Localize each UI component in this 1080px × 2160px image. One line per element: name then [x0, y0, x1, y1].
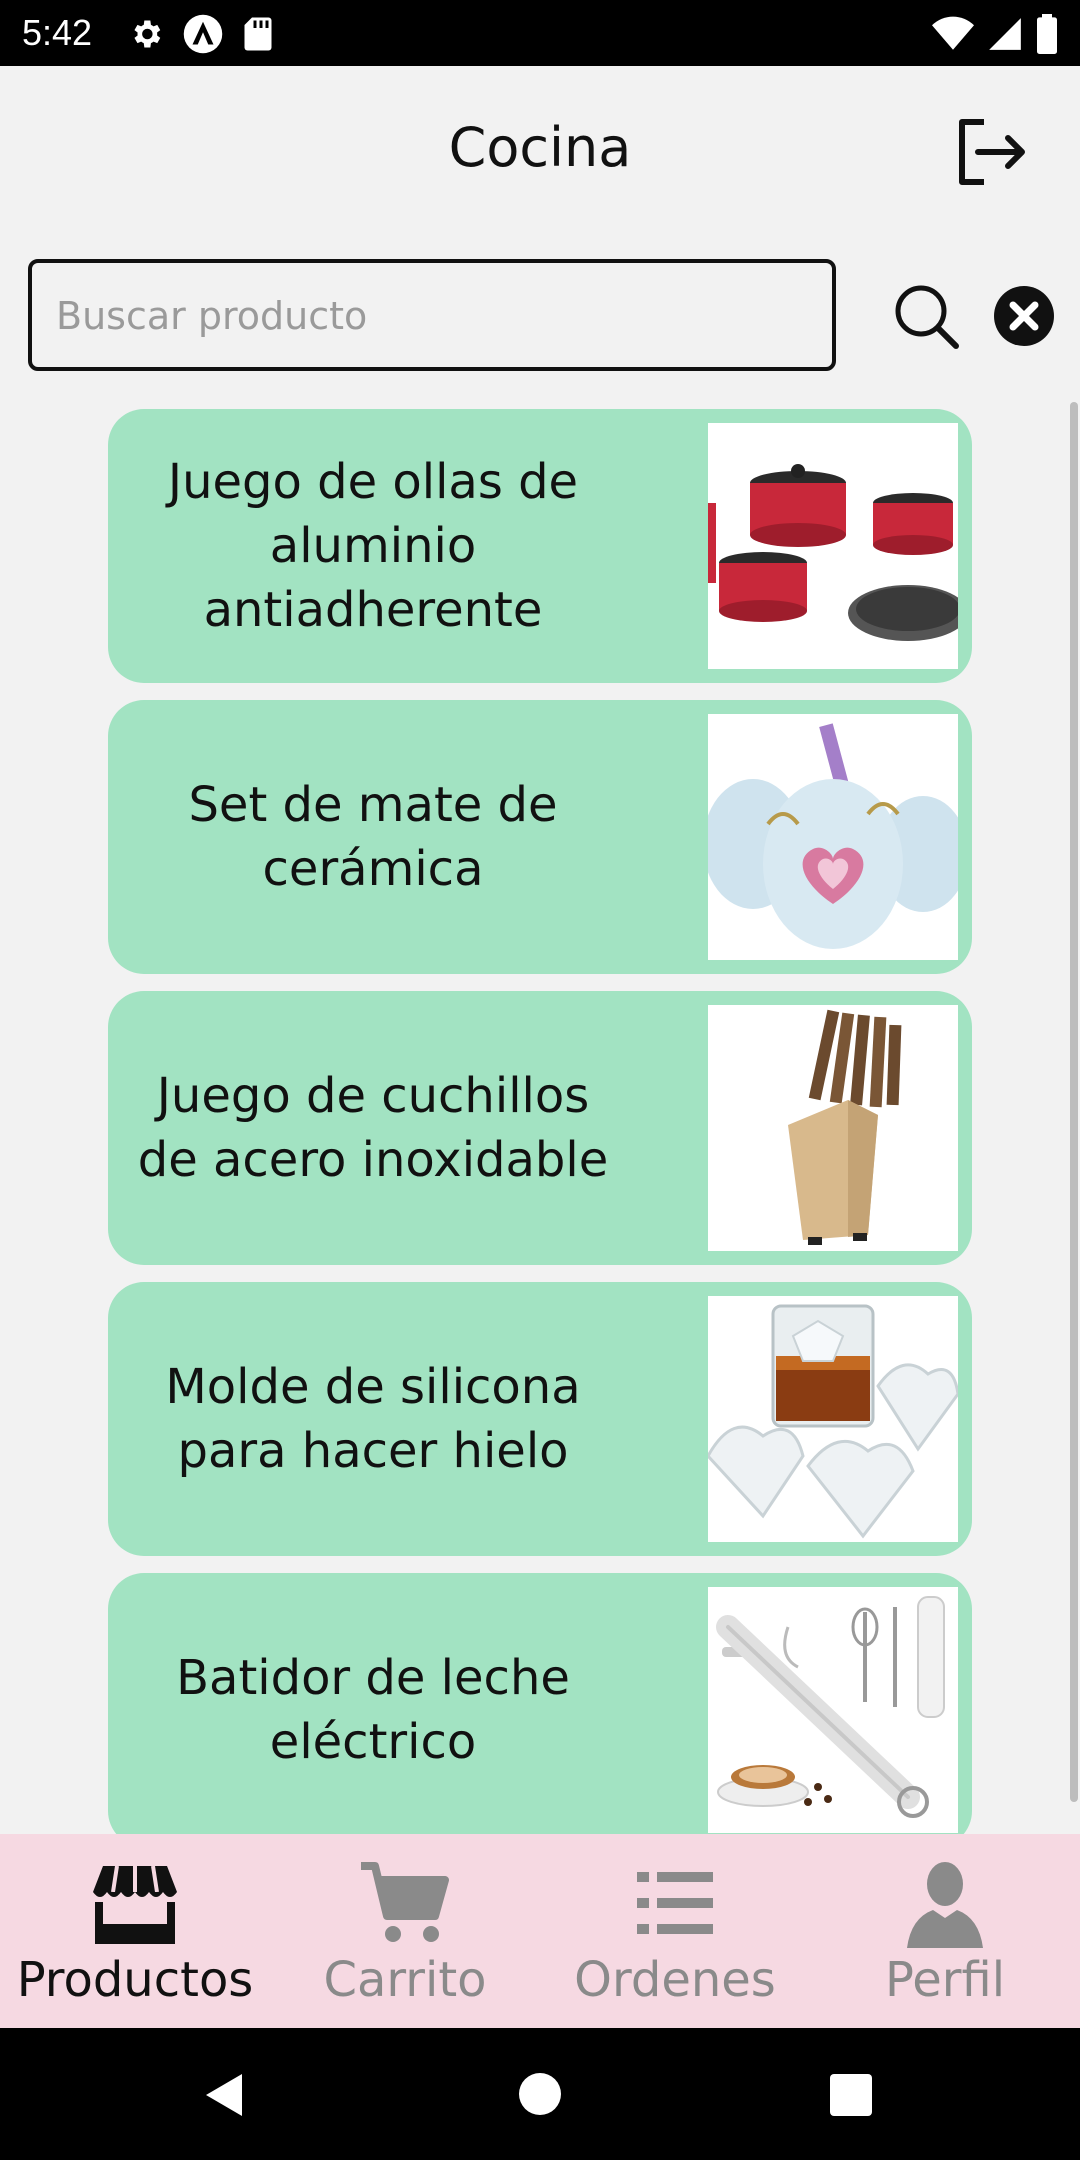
close-circle-icon: [994, 286, 1054, 346]
product-card[interactable]: Set de mate de cerámica: [108, 700, 972, 974]
product-list[interactable]: Juego de ollas de aluminio antiadherente…: [0, 400, 1080, 1834]
product-name: Juego de ollas de aluminio antiadherente: [167, 454, 579, 638]
search-icon: [895, 285, 959, 349]
bottom-navigation: Productos Carrito Ordenes Perfil: [0, 1834, 1080, 2028]
nav-label: Ordenes: [574, 1952, 776, 2008]
person-icon: [907, 1862, 983, 1948]
product-card[interactable]: Juego de cuchillos de acero inoxidable: [108, 991, 972, 1265]
nav-label: Carrito: [323, 1952, 487, 2008]
settings-icon: [134, 20, 161, 48]
product-image: [708, 714, 958, 960]
product-image: [708, 1587, 958, 1833]
system-navigation-bar: [0, 2028, 1080, 2160]
logout-icon: [959, 119, 1025, 185]
product-image: [708, 1296, 958, 1542]
nav-tab-carrito[interactable]: Carrito: [270, 1834, 540, 2028]
product-image: [708, 1005, 958, 1251]
wifi-icon: [932, 16, 974, 50]
cart-icon: [361, 1862, 449, 1942]
logout-button[interactable]: [950, 112, 1030, 192]
app-header: Cocina: [0, 66, 1080, 236]
page-title: Cocina: [448, 116, 632, 179]
clear-search-button[interactable]: [992, 284, 1056, 348]
search-box: [28, 259, 836, 371]
search-button[interactable]: [892, 282, 962, 352]
signal-icon: [989, 18, 1021, 50]
product-card[interactable]: Batidor de leche eléctrico: [108, 1573, 972, 1834]
nav-label: Perfil: [884, 1952, 1006, 2008]
recents-icon[interactable]: [830, 2074, 872, 2116]
product-name: Juego de cuchillos de acero inoxidable: [137, 1068, 609, 1188]
status-bar: 5:42: [0, 0, 1080, 66]
list-icon: [637, 1872, 713, 1934]
search-input[interactable]: [54, 263, 818, 369]
product-image: [708, 423, 958, 669]
nav-tab-productos[interactable]: Productos: [0, 1834, 270, 2028]
battery-icon: [1037, 14, 1057, 54]
product-name: Set de mate de cerámica: [188, 777, 558, 897]
nav-label: Productos: [16, 1952, 254, 2008]
product-card[interactable]: Juego de ollas de aluminio antiadherente: [108, 409, 972, 683]
storefront-icon: [93, 1865, 177, 1944]
product-name: Batidor de leche eléctrico: [176, 1650, 570, 1770]
product-name: Molde de silicona para hacer hielo: [165, 1359, 581, 1479]
scrollbar[interactable]: [1070, 402, 1078, 1802]
app-logo-icon: [183, 14, 223, 54]
product-card[interactable]: Molde de silicona para hacer hielo: [108, 1282, 972, 1556]
nav-tab-ordenes[interactable]: Ordenes: [540, 1834, 810, 2028]
nav-tab-perfil[interactable]: Perfil: [810, 1834, 1080, 2028]
home-icon[interactable]: [518, 2072, 562, 2116]
sd-card-icon: [244, 17, 272, 51]
back-icon[interactable]: [200, 2070, 250, 2120]
status-time: 5:42: [22, 12, 93, 53]
